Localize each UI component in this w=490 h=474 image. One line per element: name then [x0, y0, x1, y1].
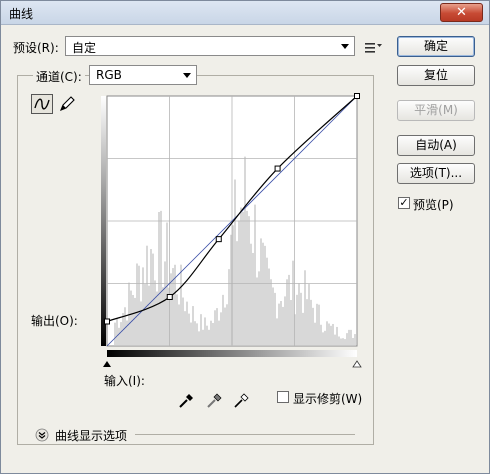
channel-select[interactable]: RGB [89, 65, 197, 85]
output-label: 输出(O): [31, 314, 78, 328]
separator-line [135, 434, 355, 435]
channel-value: RGB [96, 68, 122, 82]
reset-button[interactable]: 复位 [397, 65, 475, 86]
auto-button[interactable]: 自动(A) [397, 135, 475, 156]
close-icon: ✕ [456, 5, 467, 20]
preset-label: 预设(R): [13, 41, 59, 55]
smooth-button[interactable]: 平滑(M) [397, 100, 475, 121]
preview-checkbox[interactable]: ✓ [398, 197, 410, 209]
black-eyedropper-icon[interactable] [177, 390, 195, 410]
chevron-down-icon [183, 73, 191, 78]
white-eyedropper-icon[interactable] [232, 390, 250, 410]
input-gradient-bar [107, 350, 357, 357]
curve-control-point[interactable] [215, 236, 222, 243]
black-point-slider[interactable] [103, 361, 111, 367]
chevron-down-icon [341, 44, 349, 49]
channel-label: 通道(C): [33, 68, 85, 85]
preset-value: 自定 [72, 41, 97, 55]
output-gradient-bar [101, 96, 106, 346]
curve-control-point[interactable] [274, 165, 281, 172]
ok-button[interactable]: 确定 [397, 36, 475, 57]
close-button[interactable]: ✕ [440, 3, 483, 22]
curve-control-point[interactable] [104, 318, 110, 325]
input-label: 输入(I): [104, 374, 145, 388]
options-button[interactable]: 选项(T)... [397, 163, 475, 184]
curves-dialog: 曲线 ✕ 预设(R): 自定 确定 复位 平滑(M) 自动(A) 选项(T)..… [0, 0, 490, 474]
title-bar: 曲线 ✕ [1, 1, 489, 25]
curve-control-point[interactable] [354, 93, 360, 99]
show-clipping-checkbox[interactable] [277, 391, 289, 403]
expand-chevron-icon[interactable] [35, 428, 49, 442]
curve-point-tool[interactable] [31, 94, 53, 114]
pencil-icon [60, 96, 75, 111]
curve-control-point[interactable] [166, 293, 173, 300]
gray-eyedropper-icon[interactable] [205, 390, 223, 410]
curve-graph[interactable] [101, 91, 365, 371]
curve-display-options-label: 曲线显示选项 [55, 429, 128, 443]
white-point-slider[interactable] [352, 360, 362, 368]
curve-point-icon [34, 98, 50, 110]
preset-options-icon[interactable] [363, 38, 385, 58]
window-title: 曲线 [9, 7, 34, 21]
show-clipping-label: 显示修剪(W) [293, 392, 363, 406]
pencil-tool[interactable] [57, 94, 79, 114]
preview-label: 预览(P) [413, 198, 454, 212]
preset-select[interactable]: 自定 [65, 36, 355, 56]
checkmark-icon: ✓ [399, 196, 409, 209]
